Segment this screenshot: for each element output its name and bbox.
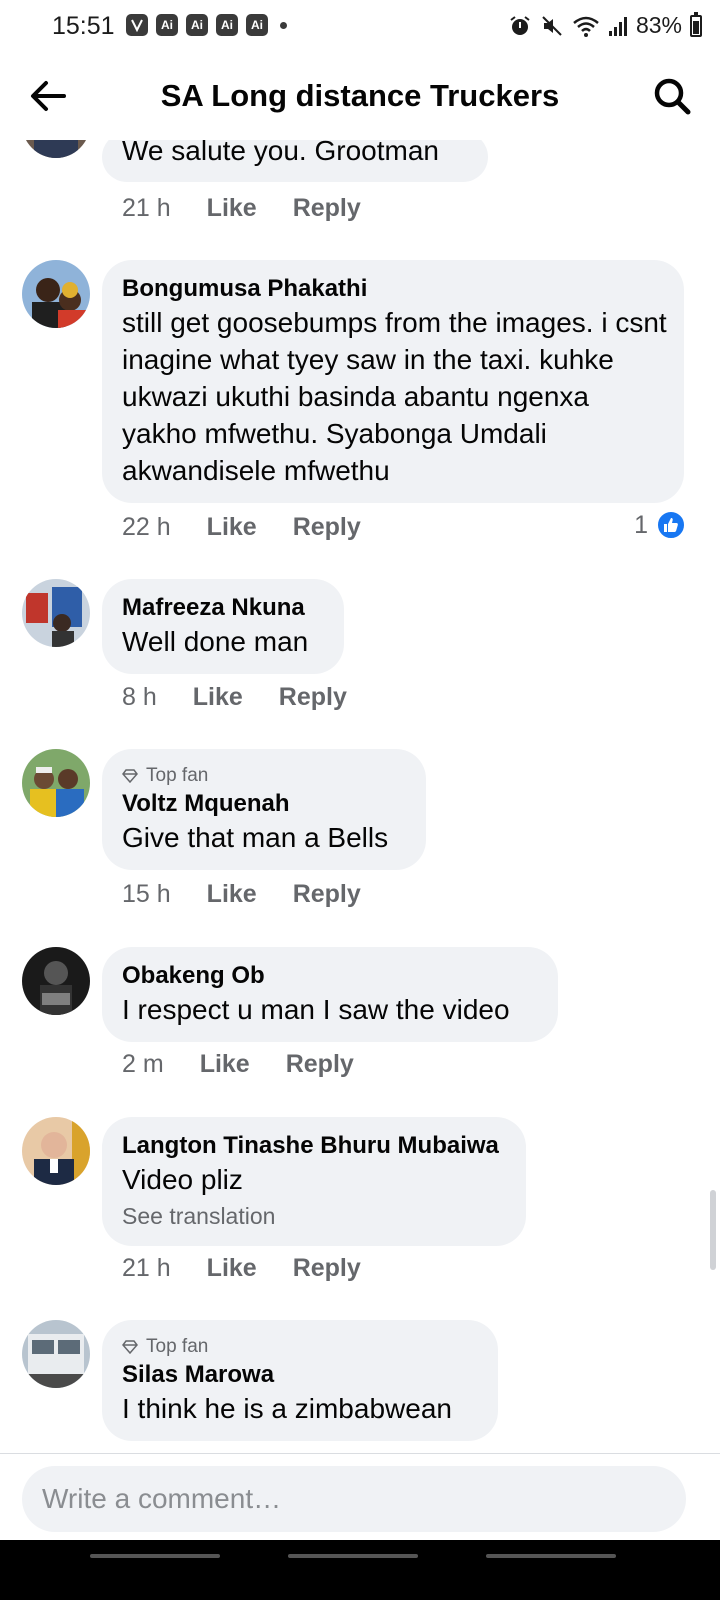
comment-time: 2 m [122, 1050, 164, 1078]
reply-button[interactable]: Reply [293, 513, 361, 542]
alarm-icon [510, 15, 530, 35]
battery-icon [690, 11, 702, 37]
home-button[interactable] [288, 1554, 418, 1558]
comment-author[interactable]: Mafreeza Nkuna [122, 593, 324, 623]
comment-actions: 21 h Like Reply [122, 1254, 361, 1283]
ai-app-icon: Ai [156, 14, 178, 36]
comment-author[interactable]: Voltz Mquenah [122, 789, 406, 819]
avatar[interactable] [22, 1320, 90, 1388]
ai-app-icon: Ai [186, 14, 208, 36]
app-header: SA Long distance Truckers [0, 54, 720, 140]
thumbs-up-icon [656, 510, 686, 540]
ai-app-icon: Ai [246, 14, 268, 36]
comment-actions: 22 h Like Reply [122, 513, 361, 542]
like-button[interactable]: Like [207, 513, 257, 542]
like-button[interactable]: Like [193, 683, 243, 712]
ai-app-icon: Ai [216, 14, 238, 36]
top-fan-badge: Top fan [122, 1334, 478, 1360]
avatar[interactable] [22, 947, 90, 1015]
comment-time: 22 h [122, 513, 171, 541]
comment-time: 21 h [122, 1254, 171, 1282]
comment-bubble[interactable]: Langton Tinashe Bhuru Mubaiwa Video pliz… [102, 1117, 526, 1246]
diamond-icon [122, 1340, 138, 1354]
comment-feed[interactable]: We salute you. Grootman 21 h Like Reply … [0, 140, 720, 1452]
comment-actions: 2 m Like Reply [122, 1050, 354, 1079]
status-bar: 15:51 Ai Ai Ai Ai 83% [0, 0, 720, 54]
reply-button[interactable]: Reply [293, 194, 361, 223]
comment-bubble[interactable]: Top fan Voltz Mquenah Give that man a Be… [102, 749, 426, 870]
comment-input[interactable] [22, 1466, 686, 1532]
comment-text: Well done man [122, 626, 309, 657]
avatar[interactable] [22, 749, 90, 817]
badge-label: Top fan [146, 765, 209, 786]
reaction-summary[interactable]: 1 [634, 510, 686, 540]
comment-author[interactable]: Obakeng Ob [122, 961, 538, 991]
comment-bubble[interactable]: Top fan Silas Marowa I think he is a zim… [102, 1320, 498, 1441]
like-button[interactable]: Like [207, 194, 257, 223]
like-button[interactable]: Like [207, 1254, 257, 1283]
comment-text: still get goosebumps from the images. i … [122, 307, 667, 486]
comment-actions: 15 h Like Reply [122, 880, 361, 909]
avatar[interactable] [22, 579, 90, 647]
avatar[interactable] [22, 1117, 90, 1185]
search-button[interactable] [652, 76, 692, 116]
comment-text: I think he is a zimbabwean [122, 1393, 452, 1424]
comment-bubble[interactable]: Obakeng Ob I respect u man I saw the vid… [102, 947, 558, 1042]
like-button[interactable]: Like [207, 880, 257, 909]
status-time: 15:51 [52, 12, 115, 40]
notification-icons: Ai Ai Ai Ai [126, 14, 287, 36]
back-nav-button[interactable] [486, 1554, 616, 1558]
badge-label: Top fan [146, 1336, 209, 1357]
reply-button[interactable]: Reply [286, 1050, 354, 1079]
comment-time: 21 h [122, 194, 171, 222]
scrollbar-thumb[interactable] [710, 1190, 716, 1270]
comment-actions: 21 h Like Reply [122, 194, 361, 223]
mute-icon [542, 15, 562, 36]
avatar[interactable] [22, 140, 90, 158]
shield-app-icon [126, 14, 148, 36]
comment-actions: 8 h Like Reply [122, 683, 347, 712]
see-translation-link[interactable]: See translation [122, 1200, 506, 1232]
top-fan-badge: Top fan [122, 763, 406, 789]
comment-text: Give that man a Bells [122, 822, 389, 853]
comment-author[interactable]: Silas Marowa [122, 1360, 478, 1390]
avatar[interactable] [22, 260, 90, 328]
group-title: SA Long distance Truckers [160, 78, 560, 113]
reply-button[interactable]: Reply [293, 880, 361, 909]
like-button[interactable]: Like [200, 1050, 250, 1079]
reply-button[interactable]: Reply [279, 683, 347, 712]
comment-text: We salute you. Grootman [122, 140, 439, 166]
comment-bubble[interactable]: We salute you. Grootman [102, 140, 488, 182]
comment-composer [0, 1453, 720, 1540]
system-nav-bar [0, 1540, 720, 1600]
more-notifications-dot [280, 21, 287, 29]
comment-time: 8 h [122, 683, 157, 711]
comment-author[interactable]: Bongumusa Phakathi [122, 274, 664, 304]
comment-text: Video pliz [122, 1164, 243, 1195]
comment-time: 15 h [122, 880, 171, 908]
battery-percent: 83% [635, 12, 682, 38]
reply-button[interactable]: Reply [293, 1254, 361, 1283]
comment-text: I respect u man I saw the video [122, 994, 510, 1025]
diamond-icon [122, 769, 138, 783]
comment-bubble[interactable]: Bongumusa Phakathi still get goosebumps … [102, 260, 684, 503]
signal-icon [608, 16, 627, 36]
reaction-count: 1 [634, 510, 648, 539]
system-icons: 83% [508, 11, 702, 39]
comment-author[interactable]: Langton Tinashe Bhuru Mubaiwa [122, 1131, 506, 1161]
search-icon [654, 78, 691, 115]
comment-bubble[interactable]: Mafreeza Nkuna Well done man [102, 579, 344, 674]
recent-apps-button[interactable] [90, 1554, 220, 1558]
wifi-icon [573, 16, 599, 37]
